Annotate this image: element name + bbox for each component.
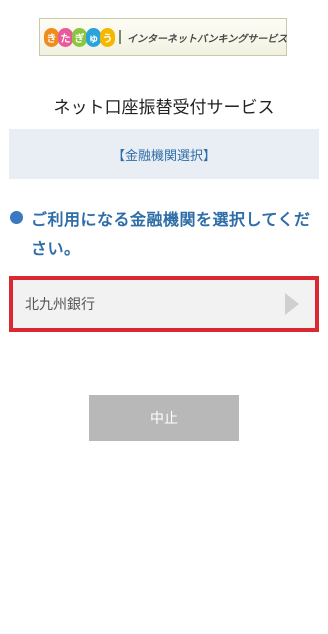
instruction: ご利用になる金融機関を選択してください。 <box>10 205 320 263</box>
bank-list-item[interactable]: 北九州銀行 <box>9 276 319 332</box>
cancel-button[interactable]: 中止 <box>89 395 239 441</box>
chevron-right-icon <box>285 293 299 315</box>
logo-bubble: ぎ <box>72 27 87 47</box>
section-header: 【金融機関選択】 <box>9 129 319 179</box>
logo-bubble: た <box>58 27 73 47</box>
computer-icon <box>119 30 121 44</box>
bullet-dot-icon <box>10 211 23 224</box>
page-title: ネット口座振替受付サービス <box>53 98 275 118</box>
instruction-text: ご利用になる金融機関を選択してください。 <box>31 210 311 258</box>
bank-logo-banner: き た ぎ ゅ う インターネットバンキングサービス <box>39 18 287 56</box>
logo-bubble: き <box>44 27 59 47</box>
logo-bubble: ゅ <box>86 27 101 47</box>
logo-service-text: インターネットバンキングサービス <box>127 33 288 45</box>
logo-bubble: う <box>100 27 115 47</box>
logo-bubbles: き た ぎ ゅ う <box>44 27 115 47</box>
bank-name-label: 北九州銀行 <box>25 297 95 313</box>
